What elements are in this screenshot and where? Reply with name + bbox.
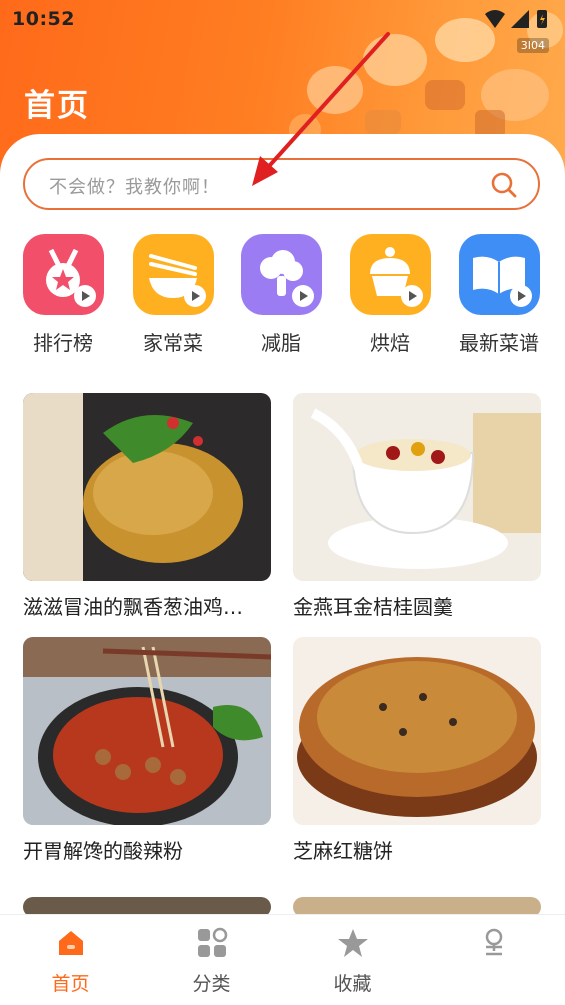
category-latest-recipes[interactable]: 最新菜谱 — [458, 234, 540, 356]
star-icon — [338, 929, 368, 957]
category-label: 排行榜 — [33, 331, 93, 355]
category-label: 减脂 — [261, 331, 301, 355]
broccoli-icon — [240, 234, 322, 315]
recipe-card[interactable]: 金燕耳金桔桂圆羹 — [293, 393, 541, 620]
recipe-card[interactable]: 芝麻红糖饼 — [293, 637, 541, 864]
category-baking[interactable]: 烘焙 — [349, 234, 431, 356]
recipe-title: 芝麻红糖饼 — [293, 839, 393, 863]
recipe-card[interactable]: 开胃解馋的酸辣粉 — [23, 637, 271, 864]
play-icon — [509, 285, 532, 307]
recipe-image — [23, 393, 271, 581]
play-icon — [400, 285, 423, 307]
status-bar: 10:52 — [0, 0, 565, 40]
cupcake-icon — [349, 234, 431, 315]
recipe-image — [293, 637, 541, 825]
tab-label: 首页 — [51, 973, 90, 995]
page-title: 首页 — [24, 88, 90, 124]
bottom-tab-bar: 首页 分类 收藏 — [0, 914, 565, 1005]
recipe-image — [293, 393, 541, 581]
category-fat-loss[interactable]: 减脂 — [240, 234, 322, 356]
tab-favorites[interactable]: 收藏 — [282, 915, 423, 1005]
play-icon — [183, 285, 206, 307]
category-label: 家常菜 — [143, 331, 203, 355]
play-icon — [291, 285, 314, 307]
category-home-cooking[interactable]: 家常菜 — [132, 234, 214, 356]
grid-icon — [198, 927, 228, 957]
search-placeholder: 不会做？我教你啊！ — [49, 177, 220, 198]
tab-profile[interactable] — [423, 915, 564, 1005]
tab-home[interactable]: 首页 — [0, 915, 141, 1005]
status-icons — [485, 10, 547, 28]
recipe-image — [23, 637, 271, 825]
noodle-bowl-icon — [132, 234, 214, 315]
search-icon[interactable] — [490, 171, 518, 199]
signal-icon — [511, 10, 529, 28]
network-badge: 3I04 — [516, 38, 549, 53]
status-time: 10:52 — [12, 8, 75, 30]
category-ranking[interactable]: 排行榜 — [22, 234, 104, 356]
tab-category[interactable]: 分类 — [141, 915, 282, 1005]
play-icon — [73, 285, 96, 307]
recipe-title: 滋滋冒油的飘香葱油鸡… — [23, 595, 243, 619]
tab-label: 收藏 — [333, 973, 372, 995]
recipe-title: 开胃解馋的酸辣粉 — [23, 839, 183, 863]
recipe-title: 金燕耳金桔桂圆羹 — [293, 595, 453, 619]
category-label: 烘焙 — [370, 331, 410, 355]
ranking-medal-icon — [22, 234, 104, 315]
tab-label: 分类 — [192, 973, 231, 995]
profile-icon — [485, 928, 503, 956]
category-label: 最新菜谱 — [459, 331, 539, 355]
search-input[interactable]: 不会做？我教你啊！ — [23, 158, 540, 210]
wifi-icon — [485, 10, 505, 28]
home-icon — [59, 931, 83, 955]
open-book-icon — [458, 234, 540, 315]
recipe-card[interactable]: 滋滋冒油的飘香葱油鸡… — [23, 393, 271, 620]
